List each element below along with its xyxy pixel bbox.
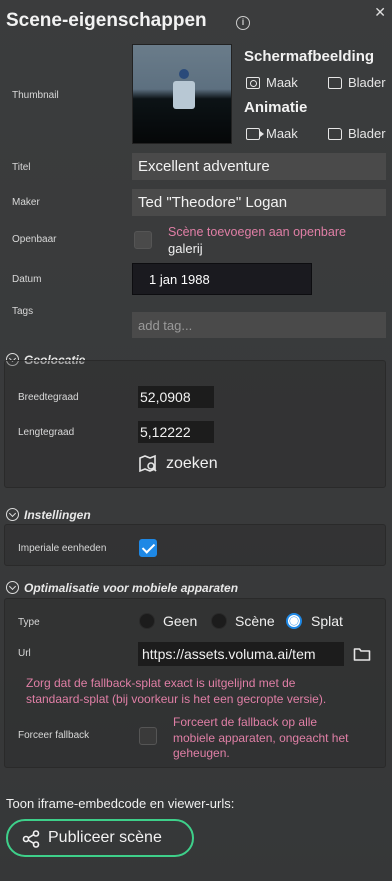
force-fallback-label: Forceer fallback: [18, 730, 90, 741]
url-input[interactable]: https://assets.voluma.ai/tem: [138, 642, 344, 666]
type-radio-splat[interactable]: [286, 613, 302, 629]
longitude-label: Lengtegraad: [18, 427, 75, 438]
info-icon[interactable]: i: [236, 16, 250, 30]
screenshot-make-button[interactable]: Maak: [246, 75, 298, 90]
tags-input[interactable]: add tag...: [132, 312, 386, 338]
folder-icon: [328, 127, 342, 140]
screenshot-make-label: Maak: [266, 75, 298, 90]
date-label: Datum: [12, 274, 42, 285]
title-input[interactable]: Excellent adventure: [132, 153, 386, 180]
mobile-collapse-icon[interactable]: [6, 581, 19, 594]
force-hint-line3: geheugen.: [173, 746, 230, 760]
folder-icon: [328, 76, 342, 89]
date-picker[interactable]: 1 jan 1988: [132, 263, 312, 295]
type-option-scene-label: Scène: [235, 613, 275, 629]
video-icon: [246, 127, 264, 140]
tags-label: Tags: [12, 306, 34, 317]
type-option-splat-label: Splat: [311, 613, 343, 629]
publish-scene-button[interactable]: Publiceer scène: [6, 819, 194, 857]
mobile-heading[interactable]: Optimalisatie voor mobiele apparaten: [24, 581, 238, 595]
type-radio-scene[interactable]: [211, 613, 227, 629]
force-hint-line2: mobiele apparaten, ongeacht het: [173, 731, 349, 745]
camera-icon: [246, 76, 260, 89]
screenshot-browse-button[interactable]: Blader: [328, 75, 386, 90]
public-hint-gallery: galerij: [168, 241, 203, 256]
close-icon[interactable]: ✕: [374, 4, 386, 21]
share-icon: [22, 830, 40, 848]
thumbnail-image: [132, 44, 232, 144]
type-option-none-label: Geen: [163, 613, 198, 629]
animation-browse-label: Blader: [348, 126, 386, 141]
public-label: Openbaar: [12, 234, 57, 245]
map-search-label: zoeken: [166, 455, 218, 472]
folder-browse-icon[interactable]: [353, 646, 371, 662]
imperial-units-label: Imperiale eenheden: [18, 543, 107, 554]
embed-text: Toon iframe-embedcode en viewer-urls:: [6, 796, 235, 811]
map-search-button[interactable]: zoeken: [138, 454, 218, 474]
latitude-input[interactable]: 52,0908: [138, 386, 214, 408]
animation-make-label: Maak: [266, 126, 298, 141]
settings-collapse-icon[interactable]: [6, 508, 19, 521]
maker-input[interactable]: Ted "Theodore" Logan: [132, 189, 386, 216]
longitude-input[interactable]: 5,12222: [138, 421, 214, 443]
animation-heading: Animatie: [244, 99, 308, 116]
title-label: Titel: [12, 162, 31, 173]
url-label: Url: [18, 648, 31, 659]
latitude-label: Breedtegraad: [18, 392, 79, 403]
animation-browse-button[interactable]: Blader: [328, 126, 386, 141]
public-checkbox[interactable]: [134, 231, 152, 249]
type-radio-none[interactable]: [139, 613, 155, 629]
page-title: Scene-eigenschappen: [6, 10, 207, 31]
screenshot-browse-label: Blader: [348, 75, 386, 90]
force-fallback-checkbox[interactable]: [139, 727, 157, 745]
maker-label: Maker: [12, 197, 40, 208]
settings-heading[interactable]: Instellingen: [24, 508, 91, 522]
imperial-units-checkbox[interactable]: [139, 539, 157, 557]
map-search-icon: [139, 454, 157, 473]
public-hint: Scène toevoegen aan openbare: [168, 225, 346, 239]
type-label: Type: [18, 617, 40, 628]
publish-scene-label: Publiceer scène: [48, 829, 162, 846]
force-hint-line1: Forceert de fallback op alle: [173, 715, 318, 729]
screenshot-heading: Schermafbeelding: [244, 48, 375, 65]
url-warning-line1: Zorg dat de fallback-splat exact is uitg…: [26, 676, 296, 690]
animation-make-button[interactable]: Maak: [246, 126, 298, 141]
scene-properties-panel: ✕ Scene-eigenschappen i Thumbnail Scherm…: [0, 0, 392, 881]
url-warning-line2: standaard-splat (bij voorkeur is het een…: [26, 692, 327, 706]
thumbnail-label: Thumbnail: [12, 90, 59, 101]
